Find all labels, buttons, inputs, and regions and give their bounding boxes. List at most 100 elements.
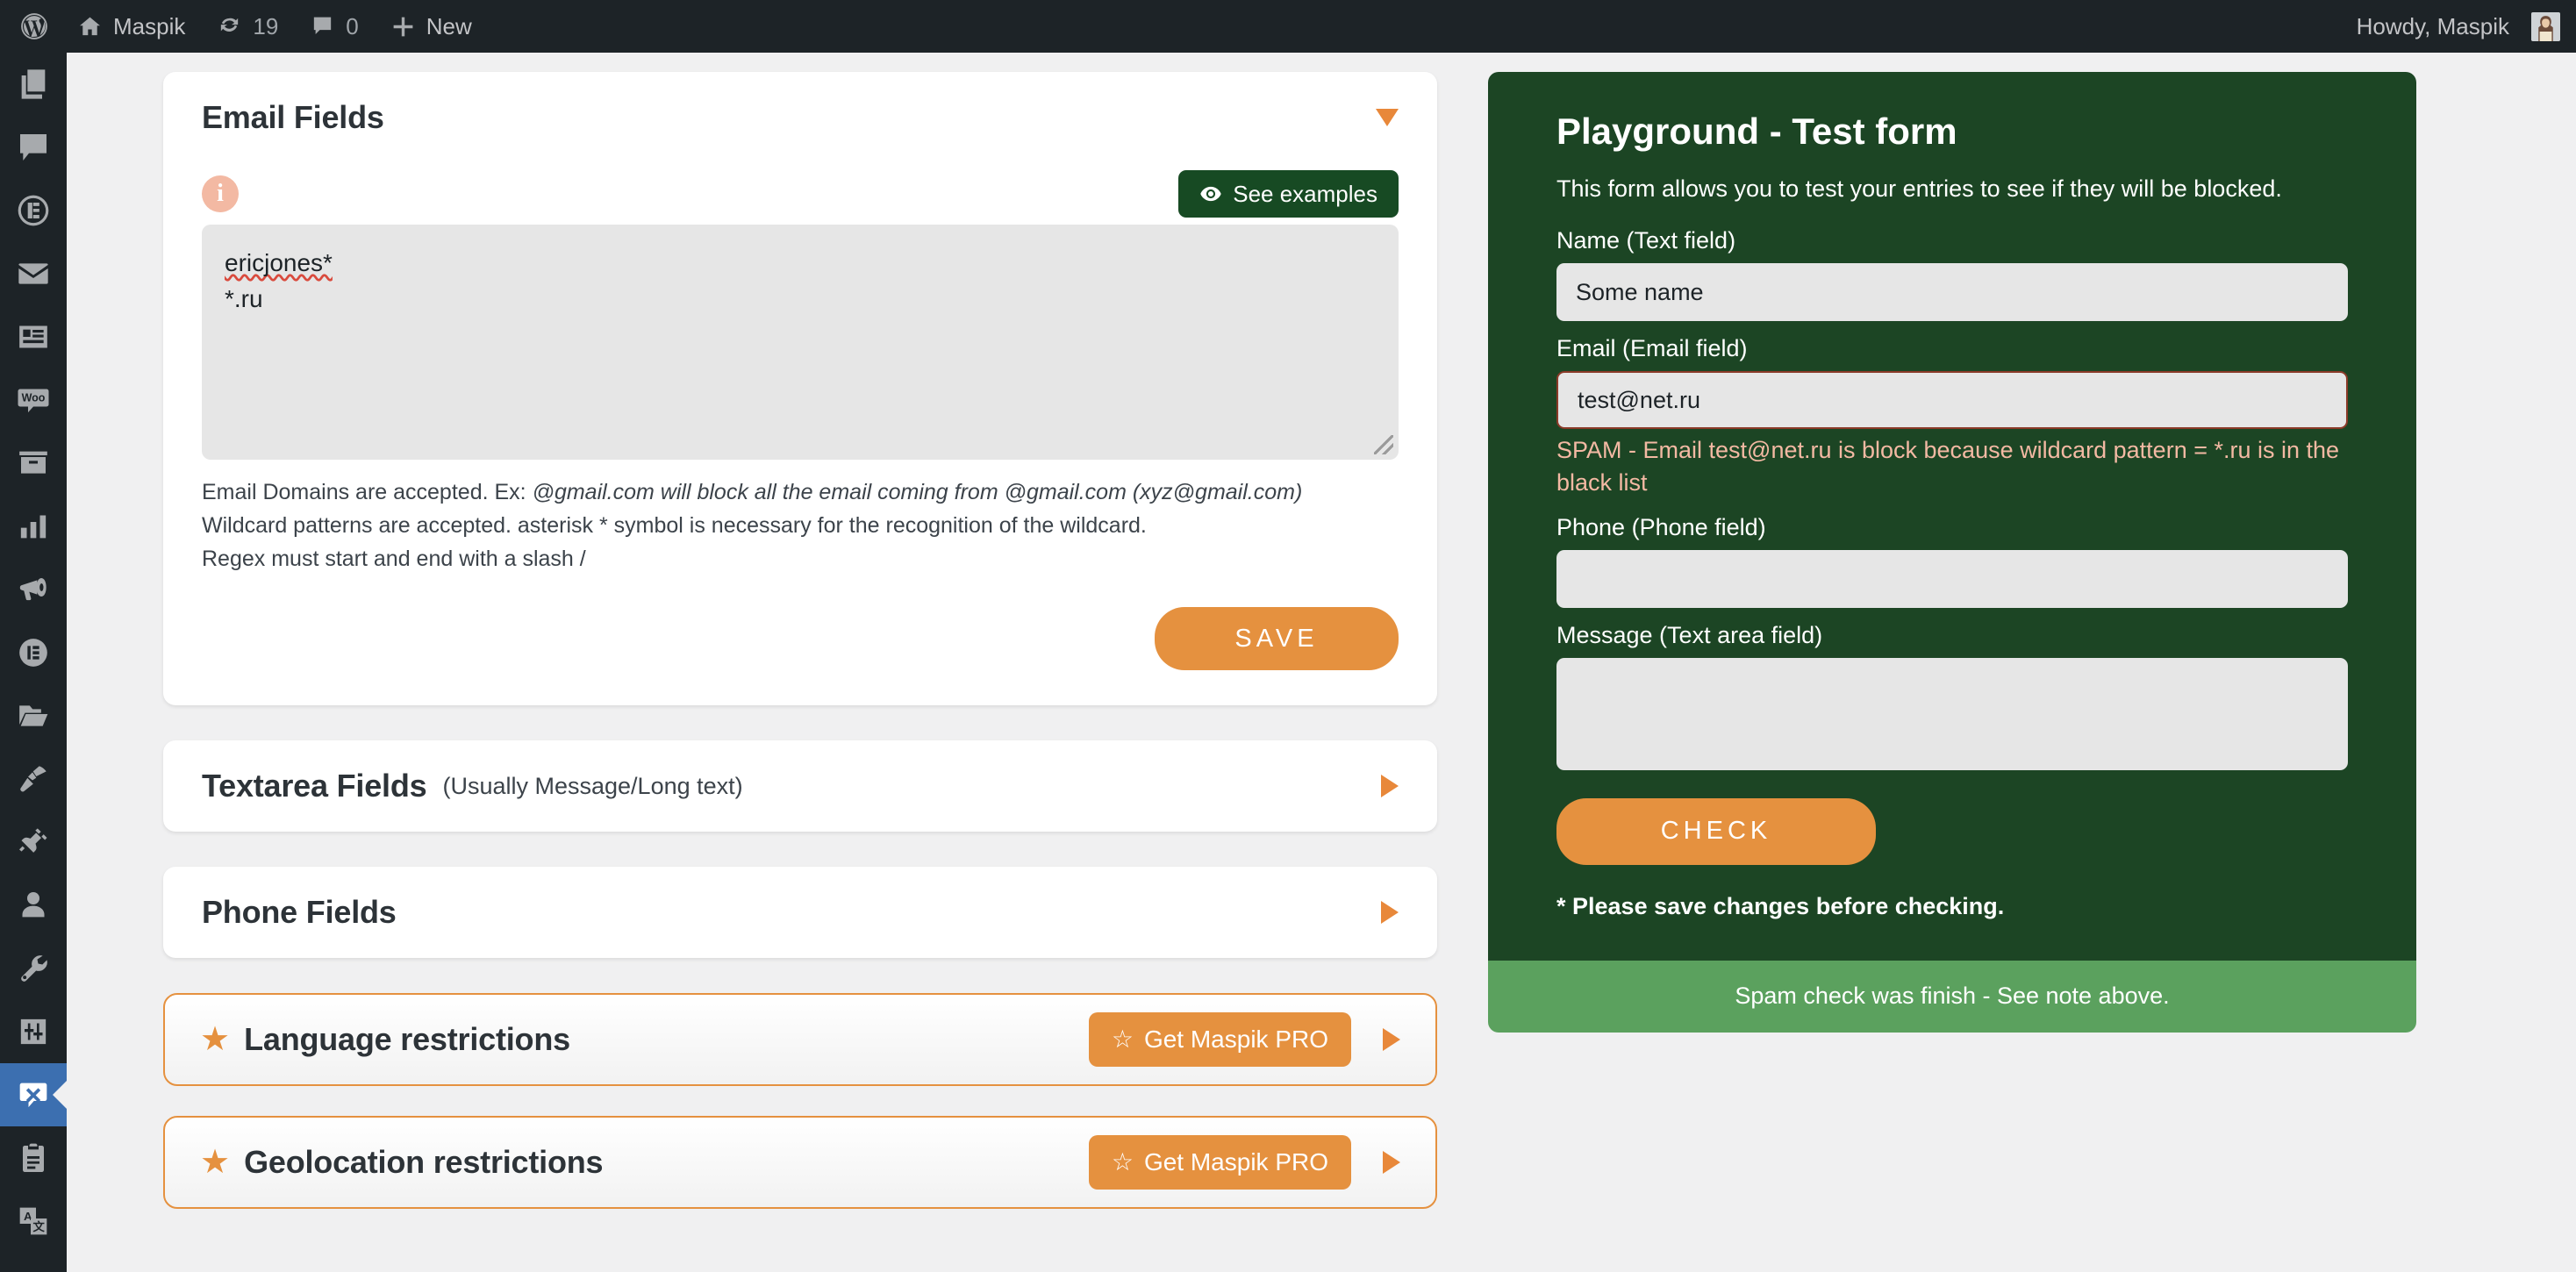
my-account-menu[interactable]: Howdy, Maspik (2341, 0, 2576, 53)
admin-bar: Maspik 19 0 New Howdy, Maspik (0, 0, 2576, 53)
spam-check-status-bar: Spam check was finish - See note above. (1488, 960, 2416, 1033)
sidebar-item-pages[interactable] (0, 53, 67, 116)
sidebar-item-products[interactable] (0, 432, 67, 495)
translate-icon: A 文 (19, 1207, 47, 1235)
site-name-menu[interactable]: Maspik (61, 0, 201, 53)
sidebar-item-forms-log[interactable] (0, 1126, 67, 1190)
phone-fields-header[interactable]: Phone Fields (163, 867, 1437, 958)
get-maspik-pro-button[interactable]: ☆ Get Maspik PRO (1088, 1135, 1351, 1190)
comments-icon (20, 134, 47, 161)
geolocation-restrictions-title: Geolocation restrictions (244, 1144, 604, 1180)
phone-input[interactable] (1556, 549, 2348, 608)
eye-icon (1200, 186, 1221, 202)
blacklist-entry-2: *.ru (225, 284, 263, 312)
plus-icon (393, 17, 413, 36)
message-textarea[interactable] (1556, 657, 2348, 770)
chevron-right-icon[interactable] (1383, 1028, 1400, 1051)
sidebar-item-marketing[interactable] (0, 558, 67, 621)
playground-note: * Please save changes before checking. (1556, 892, 2005, 919)
see-examples-button[interactable]: See examples (1178, 170, 1399, 218)
get-maspik-pro-label: Get Maspik PRO (1143, 1148, 1328, 1176)
sidebar-item-analytics[interactable] (0, 495, 67, 558)
check-button[interactable]: CHECK (1556, 797, 1876, 865)
info-icon[interactable]: i (202, 175, 239, 212)
howdy-label: Howdy, Maspik (2356, 12, 2509, 39)
sidebar-item-comments[interactable] (0, 116, 67, 179)
help-line-1-italic: @gmail.com will block all the email comi… (532, 480, 1303, 504)
sidebar-item-users[interactable] (0, 874, 67, 937)
blacklist-textarea-wrap: ericjones* *.ru (202, 225, 1399, 460)
sidebar-item-formidable[interactable] (0, 179, 67, 242)
archive-box-icon (19, 451, 47, 474)
comment-bubble-icon (314, 17, 332, 34)
updates-icon (221, 18, 239, 32)
spam-check-status-label: Spam check was finish - See note above. (1735, 983, 2170, 1009)
phone-fields-title: Phone Fields (202, 894, 397, 930)
playground-column: Playground - Test form This form allows … (1488, 72, 2416, 1033)
updates-menu[interactable]: 19 (201, 0, 294, 53)
get-maspik-pro-button[interactable]: ☆ Get Maspik PRO (1088, 1012, 1351, 1067)
sidebar-item-appearance[interactable] (0, 747, 67, 811)
message-field-group: Message (Text area field) (1556, 622, 2348, 770)
comments-count: 0 (346, 12, 359, 39)
email-label: Email (Email field) (1556, 335, 1748, 361)
home-icon (80, 17, 100, 35)
new-content-menu[interactable]: New (375, 0, 488, 53)
playground-description: This form allows you to test your entrie… (1556, 175, 2282, 202)
comments-menu[interactable]: 0 (294, 0, 374, 53)
chevron-right-icon[interactable] (1381, 901, 1399, 924)
geolocation-restrictions-card: ★ Geolocation restrictions ☆ Get Maspik … (163, 1116, 1437, 1209)
user-icon (22, 892, 45, 918)
star-filled-icon: ★ (200, 1021, 231, 1058)
textarea-fields-title: Textarea Fields (202, 768, 427, 804)
textarea-fields-card: Textarea Fields (Usually Message/Long te… (163, 740, 1437, 832)
chevron-down-icon[interactable] (1376, 109, 1399, 126)
email-fields-title: Email Fields (202, 99, 384, 135)
folder-icon (19, 705, 48, 726)
sidebar-item-tools[interactable] (0, 937, 67, 1000)
email-blacklist-textarea[interactable]: ericjones* *.ru (202, 225, 1399, 460)
save-button[interactable]: SAVE (1155, 607, 1399, 670)
svg-text:Woo: Woo (22, 392, 46, 404)
language-restrictions-header[interactable]: ★ Language restrictions ☆ Get Maspik PRO (165, 995, 1435, 1084)
sidebar-item-elementor[interactable] (0, 621, 67, 684)
email-fields-header[interactable]: Email Fields (163, 72, 1437, 163)
chevron-right-icon[interactable] (1381, 775, 1399, 797)
new-label: New (426, 12, 472, 39)
wp-logo-menu[interactable] (0, 0, 61, 53)
updates-count: 19 (253, 12, 279, 39)
email-fields-help: Email Domains are accepted. Ex: @gmail.c… (202, 460, 1399, 575)
svg-text:文: 文 (33, 1219, 46, 1233)
sidebar-item-translate[interactable]: A 文 (0, 1190, 67, 1253)
geolocation-restrictions-header[interactable]: ★ Geolocation restrictions ☆ Get Maspik … (165, 1118, 1435, 1207)
name-input[interactable] (1556, 263, 2348, 321)
email-input[interactable] (1556, 371, 2348, 429)
phone-field-group: Phone (Phone field) (1556, 514, 2348, 608)
save-row: SAVE (202, 575, 1399, 670)
sidebar-item-templates[interactable] (0, 684, 67, 747)
mail-icon (18, 263, 48, 284)
help-line-2: Wildcard patterns are accepted. asterisk… (202, 513, 1147, 538)
page-body: Email Fields i See examples ericjones* *… (67, 53, 2576, 1272)
name-field-group: Name (Text field) (1556, 227, 2348, 321)
bar-chart-icon (20, 515, 47, 539)
textarea-fields-header[interactable]: Textarea Fields (Usually Message/Long te… (163, 740, 1437, 832)
sidebar-item-forms[interactable] (0, 305, 67, 368)
chevron-right-icon[interactable] (1383, 1151, 1400, 1174)
sidebar-item-settings[interactable] (0, 1000, 67, 1063)
help-line-1: Email Domains are accepted. Ex: @gmail.c… (202, 475, 1399, 509)
formidable-icon (18, 195, 49, 226)
email-field-group: Email (Email field) SPAM - Email test@ne… (1556, 335, 2348, 500)
sidebar-item-woocommerce[interactable]: Woo (0, 368, 67, 432)
sliders-icon (20, 1018, 47, 1045)
sidebar-item-maspik[interactable] (0, 1063, 67, 1126)
spam-block-icon (19, 1083, 47, 1108)
playground-title: Playground - Test form (1556, 111, 1957, 152)
sidebar-item-plugins[interactable] (0, 811, 67, 874)
email-fields-toolbar: i See examples (202, 163, 1399, 225)
sidebar-item-mail[interactable] (0, 242, 67, 305)
star-outline-icon: ☆ (1111, 1148, 1134, 1176)
admin-sidebar: Woo A 文 (0, 53, 67, 1272)
help-line-3: Regex must start and end with a slash / (202, 547, 586, 571)
star-filled-icon: ★ (200, 1144, 231, 1181)
